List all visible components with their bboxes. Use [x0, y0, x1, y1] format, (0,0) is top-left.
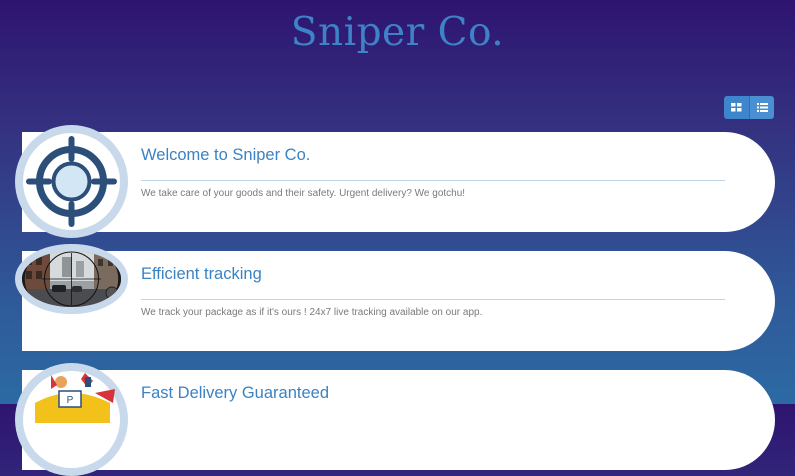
list-view-button[interactable]	[749, 96, 774, 119]
card-title: Welcome to Sniper Co.	[141, 146, 311, 164]
card-divider	[141, 299, 725, 300]
site-title: Sniper Co.	[290, 10, 505, 55]
view-toggle	[724, 96, 774, 119]
crosshair-icon	[26, 136, 117, 227]
svg-text:P: P	[67, 395, 74, 406]
list-view-icon	[756, 103, 768, 112]
feature-card-delivery: Fast Delivery Guaranteed	[22, 370, 775, 470]
feature-card-welcome: Welcome to Sniper Co. We take care of yo…	[22, 132, 775, 232]
card-title: Fast Delivery Guaranteed	[141, 384, 330, 402]
card-avatar-tracking	[15, 244, 128, 314]
feature-card-tracking: Efficient tracking We track your package…	[22, 251, 775, 351]
card-text: We take care of your goods and their saf…	[141, 188, 466, 199]
card-divider	[141, 180, 725, 181]
card-title: Efficient tracking	[141, 265, 262, 283]
delivery-superhero-icon: P	[35, 373, 115, 423]
grid-view-icon	[731, 103, 742, 112]
card-avatar-delivery: P	[15, 363, 128, 476]
scope-view-illustration	[22, 251, 121, 307]
grid-view-button[interactable]	[724, 96, 749, 119]
card-avatar-welcome	[15, 125, 128, 238]
card-text: We track your package as if it's ours ! …	[141, 307, 483, 318]
scope-street-photo	[22, 251, 121, 307]
